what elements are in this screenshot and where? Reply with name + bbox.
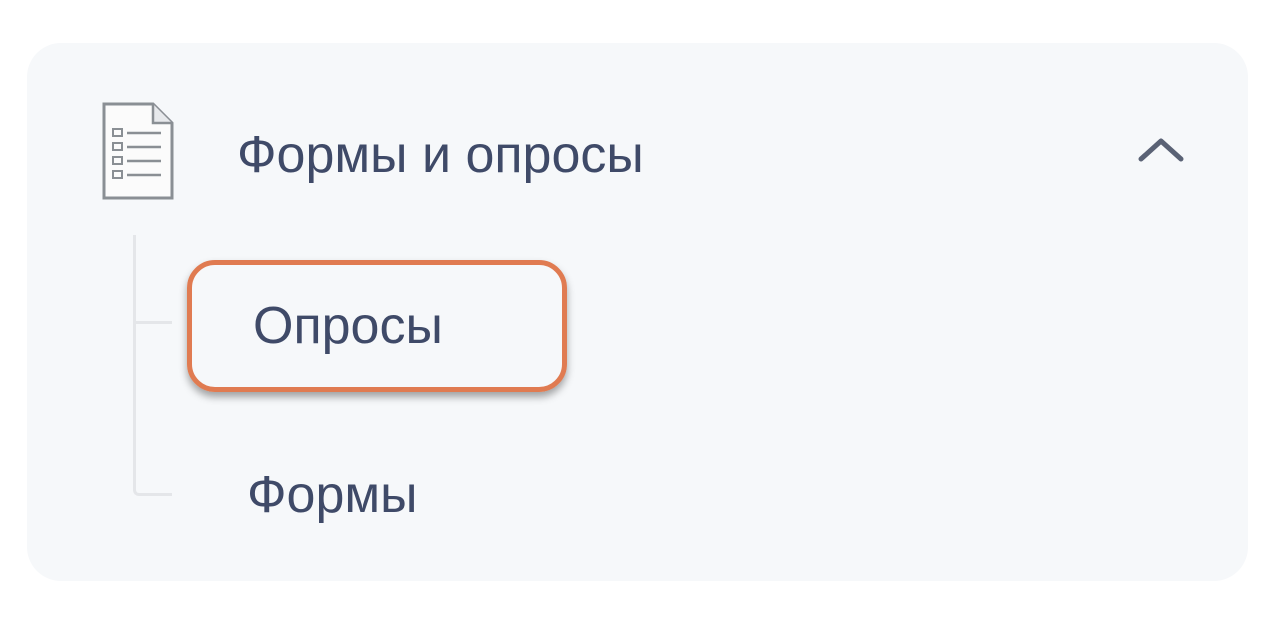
submenu-item-label: Опросы bbox=[253, 297, 443, 355]
submenu-item-label: Формы bbox=[247, 466, 418, 524]
submenu-item-forms[interactable]: Формы bbox=[247, 463, 418, 527]
chevron-up-icon[interactable] bbox=[1135, 135, 1187, 165]
menu-group-forms-and-surveys[interactable]: Формы и опросы bbox=[27, 43, 1248, 213]
form-document-icon bbox=[102, 102, 174, 200]
forms-menu-panel: Формы и опросы Опросы Формы bbox=[27, 43, 1248, 581]
menu-group-label: Формы и опросы bbox=[237, 126, 644, 184]
tree-connector-line bbox=[133, 235, 172, 496]
tree-connector-branch bbox=[136, 321, 172, 324]
submenu-item-surveys[interactable]: Опросы bbox=[187, 260, 567, 392]
